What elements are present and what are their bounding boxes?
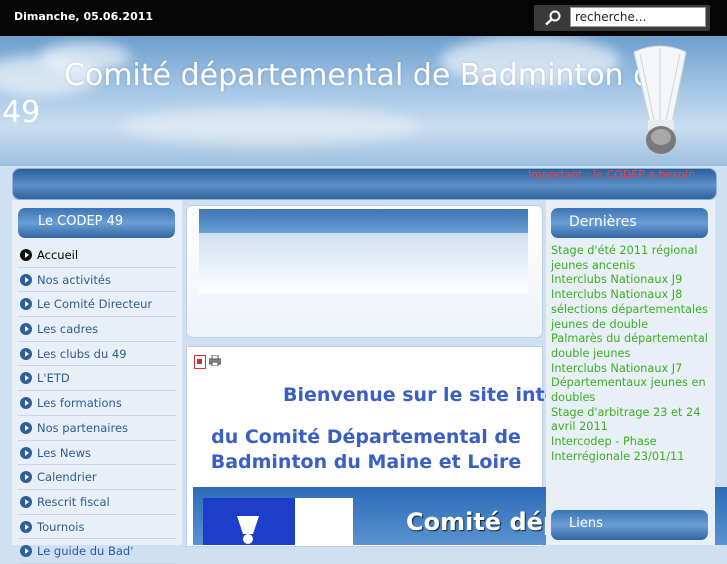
- search-input[interactable]: [570, 7, 706, 27]
- news-item[interactable]: sélections départementales jeunes de dou…: [551, 303, 711, 332]
- news-item[interactable]: Interclubs Nationaux J7: [551, 362, 711, 377]
- sidebar-item-label[interactable]: Calendrier: [37, 470, 97, 484]
- banner-logo-image: [203, 498, 353, 545]
- latest-news-heading: Dernières: [551, 208, 708, 238]
- sidebar-item-label[interactable]: Tournois: [37, 520, 84, 534]
- arrow-bullet-icon: [20, 397, 32, 410]
- top-module-body: [199, 233, 528, 293]
- arrow-bullet-icon: [20, 372, 32, 385]
- sidebar-item-label[interactable]: Nos partenaires: [37, 421, 128, 435]
- sidebar-item-comite-directeur[interactable]: Le Comité Directeur: [18, 292, 176, 318]
- pdf-icon[interactable]: [194, 355, 206, 369]
- links-heading: Liens: [551, 510, 708, 540]
- sidebar-item-label[interactable]: Les clubs du 49: [37, 347, 127, 361]
- sidebar-item-rescrit-fiscal[interactable]: Rescrit fiscal: [18, 490, 176, 515]
- sidebar-item-label[interactable]: Les formations: [37, 396, 122, 410]
- sidebar-heading: Le CODEP 49: [18, 208, 175, 238]
- current-date: Dimanche, 05.06.2011: [14, 10, 154, 23]
- sidebar-item-tournois[interactable]: Tournois: [18, 515, 176, 540]
- sidebar-item-label[interactable]: Le guide du Bad': [37, 544, 133, 558]
- arrow-bullet-icon: [20, 495, 32, 508]
- sidebar-item-label[interactable]: Rescrit fiscal: [37, 495, 110, 509]
- news-item[interactable]: Stage d'été 2011 régional jeunes ancenis: [551, 244, 711, 273]
- site-title-line2: 49: [2, 95, 41, 130]
- latest-news-list: Stage d'été 2011 régional jeunes ancenis…: [551, 244, 711, 465]
- sidebar-item-label[interactable]: L'ETD: [37, 371, 70, 385]
- print-icon[interactable]: [209, 355, 221, 366]
- sidebar-item-cadres[interactable]: Les cadres: [18, 317, 176, 342]
- sidebar-heading-text: Le CODEP 49: [38, 214, 124, 229]
- sidebar-item-label[interactable]: Le Comité Directeur: [37, 297, 152, 311]
- arrow-bullet-icon: [20, 323, 32, 336]
- arrow-bullet-icon: [20, 249, 32, 261]
- arrow-bullet-icon: [20, 347, 32, 360]
- sidebar-item-accueil[interactable]: Accueil: [18, 243, 176, 268]
- news-item[interactable]: Palmarès du départemental double jeunes: [551, 332, 711, 361]
- search-box: [534, 5, 710, 31]
- sidebar-item-clubs[interactable]: Les clubs du 49: [18, 342, 176, 367]
- top-module-header: [199, 209, 528, 233]
- top-bar: Dimanche, 05.06.2011: [0, 0, 727, 36]
- shuttlecock-icon: [237, 516, 259, 544]
- sidebar-item-activites[interactable]: Nos activités: [18, 268, 176, 293]
- sidebar-item-guide[interactable]: Le guide du Bad': [18, 539, 176, 564]
- sidebar-item-partenaires[interactable]: Nos partenaires: [18, 416, 176, 441]
- welcome-subheading: du Comité Départemental de Badminton du …: [210, 426, 522, 473]
- site-header: [0, 36, 727, 166]
- news-item[interactable]: Stage d'arbitrage 23 et 24 avril 2011: [551, 406, 711, 435]
- arrow-bullet-icon: [20, 545, 32, 558]
- links-heading-text: Liens: [569, 516, 603, 531]
- news-item[interactable]: Interclubs Nationaux J8: [551, 288, 711, 303]
- arrow-bullet-icon: [20, 421, 32, 434]
- news-item[interactable]: Interclubs Nationaux J9: [551, 273, 711, 288]
- sidebar-item-label[interactable]: Les News: [37, 446, 91, 460]
- sidebar-item-label[interactable]: Les cadres: [37, 322, 98, 336]
- arrow-bullet-icon: [20, 446, 32, 459]
- search-icon[interactable]: [544, 10, 562, 26]
- sidebar-item-formations[interactable]: Les formations: [18, 391, 176, 416]
- news-item[interactable]: Intercodep - Phase Interrégionale 23/01/…: [551, 435, 711, 464]
- arrow-bullet-icon: [20, 298, 32, 311]
- sidebar-item-etd[interactable]: L'ETD: [18, 366, 176, 392]
- news-item[interactable]: Départementaux jeunes en doubles: [551, 376, 711, 405]
- sidebar-item-calendrier[interactable]: Calendrier: [18, 465, 176, 490]
- latest-news-heading-text: Dernières: [569, 214, 637, 230]
- arrow-bullet-icon: [20, 471, 32, 484]
- site-title: Comité départemental de Badminton du: [64, 58, 672, 93]
- arrow-bullet-icon: [20, 273, 32, 286]
- arrow-bullet-icon: [20, 520, 32, 533]
- sidebar-item-label[interactable]: Accueil: [37, 248, 78, 262]
- important-ticker[interactable]: Important : le CODEP a besoin: [528, 168, 695, 181]
- sidebar-menu: Accueil Nos activités Le Comité Directeu…: [18, 243, 176, 564]
- sidebar-item-label[interactable]: Nos activités: [37, 273, 111, 287]
- sidebar-item-news[interactable]: Les News: [18, 441, 176, 466]
- shuttlecock-logo: [633, 45, 687, 154]
